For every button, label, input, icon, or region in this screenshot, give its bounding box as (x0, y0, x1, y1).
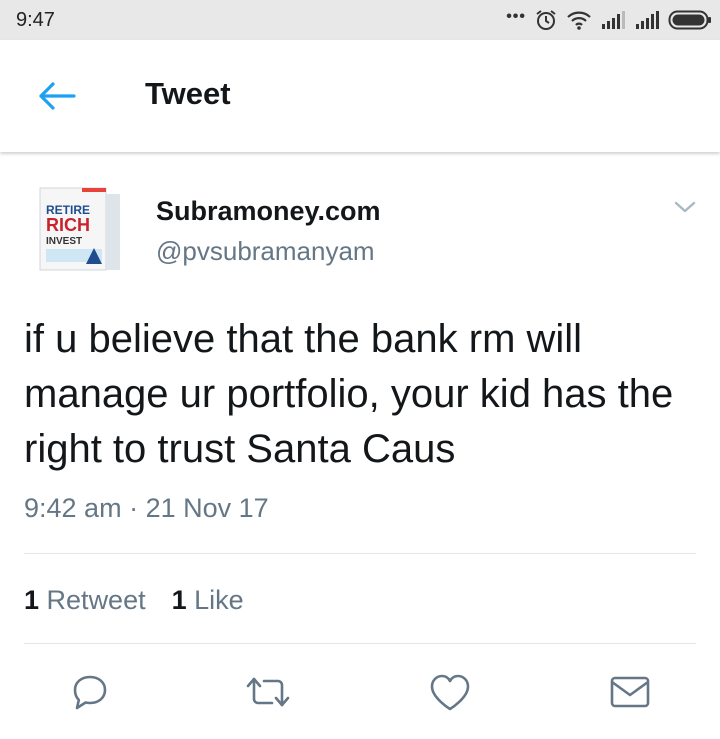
timestamp-separator: · (129, 493, 139, 523)
svg-text:INVEST: INVEST (46, 236, 82, 247)
avatar[interactable]: RETIRE RICH INVEST (34, 180, 130, 276)
chevron-down-icon (674, 201, 696, 213)
retweet-icon (246, 677, 290, 707)
likes-count: 1 (171, 585, 187, 615)
likes-label: Like (194, 585, 244, 615)
divider (24, 643, 696, 644)
tweet-actions (0, 668, 720, 718)
tweet-time: 9:42 am (24, 493, 122, 523)
retweets-label: Retweet (46, 585, 146, 615)
tweet-date: 21 Nov 17 (145, 493, 269, 523)
author-name[interactable]: Subramoney.com (156, 196, 381, 227)
tweet-timestamp: 9:42 am · 21 Nov 17 (24, 493, 269, 524)
svg-text:RICH: RICH (46, 215, 90, 235)
reply-button[interactable] (66, 668, 114, 716)
like-icon (430, 674, 470, 711)
app-header: Tweet (0, 40, 720, 152)
author-handle[interactable]: @pvsubramanyam (156, 236, 375, 267)
page-title: Tweet (145, 76, 231, 111)
divider (24, 553, 696, 554)
retweets-count: 1 (24, 585, 40, 615)
status-icons: ••• (506, 7, 712, 33)
retweet-button[interactable] (244, 668, 292, 716)
signal-icon (602, 11, 625, 29)
like-button[interactable] (426, 668, 474, 716)
status-bar: 9:47 ••• (0, 0, 720, 40)
wifi-icon (567, 11, 591, 30)
alarm-icon (536, 10, 556, 30)
back-arrow-icon (39, 82, 76, 110)
message-icon (610, 676, 650, 708)
tweet-options-button[interactable] (668, 192, 702, 222)
tweet-text: if u believe that the bank rm will manag… (24, 317, 674, 471)
reply-icon (73, 675, 107, 710)
tweet-stats: 1 Retweet 1 Like (24, 585, 244, 616)
avatar-image: RETIRE RICH INVEST (39, 187, 120, 271)
more-dots-icon: ••• (506, 8, 526, 25)
battery-icon (668, 10, 711, 30)
back-button[interactable] (30, 74, 82, 118)
likes-stat[interactable]: 1 Like (172, 585, 244, 616)
retweets-stat[interactable]: 1 Retweet (24, 585, 146, 616)
signal-icon (636, 11, 659, 29)
message-button[interactable] (606, 668, 654, 716)
status-time: 9:47 (16, 9, 55, 31)
